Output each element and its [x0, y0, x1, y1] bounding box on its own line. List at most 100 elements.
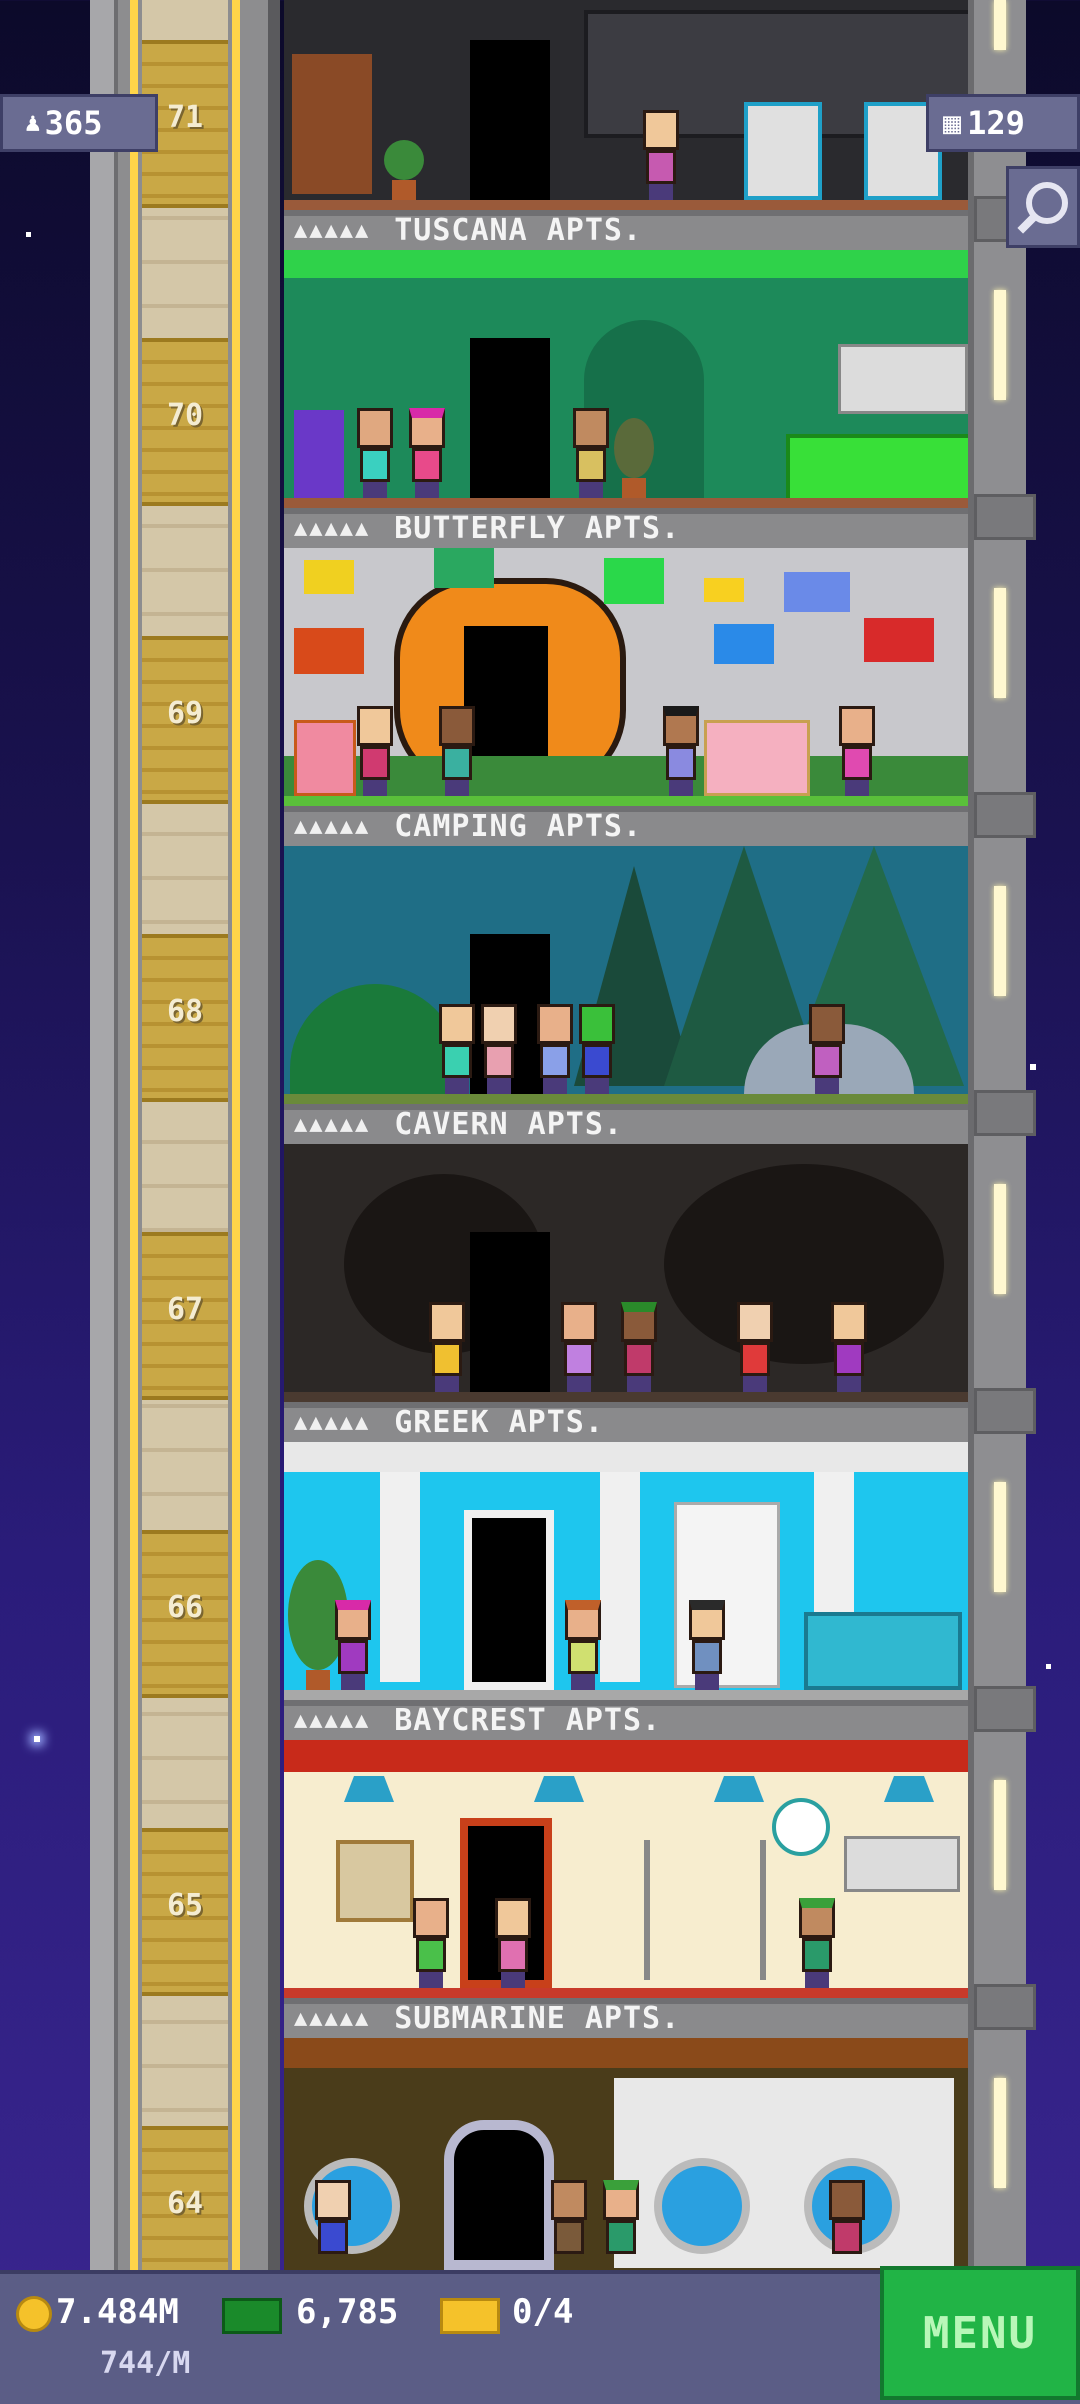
- resident[interactable]: [834, 706, 880, 796]
- resident[interactable]: [434, 1004, 480, 1094]
- floor-name: TUSCANA APTS.: [394, 212, 643, 248]
- star: [34, 1736, 40, 1742]
- elevator-shaft[interactable]: 71 70 69 68 67 66 65 64: [90, 0, 280, 2294]
- resident[interactable]: [824, 2180, 870, 2270]
- floor-71[interactable]: ▲▲▲▲▲ TUSCANA APTS.: [284, 0, 968, 250]
- room-interior: [284, 1740, 968, 1998]
- rating-dots: ▲▲▲▲▲: [294, 515, 371, 541]
- resident[interactable]: [826, 1302, 872, 1392]
- floor-67[interactable]: ▲▲▲▲▲ GREEK APTS.: [284, 1144, 968, 1442]
- resident[interactable]: [732, 1302, 778, 1392]
- ceiling-lamp: [714, 1776, 764, 1802]
- butterfly: [434, 548, 494, 588]
- column: [380, 1472, 420, 1682]
- floor-number: 65: [166, 1888, 204, 1923]
- window-light: [994, 0, 1006, 50]
- star: [1046, 1664, 1051, 1669]
- ceiling-lamp: [884, 1776, 934, 1802]
- butterfly: [604, 558, 664, 604]
- floor-68[interactable]: ▲▲▲▲▲ CAVERN APTS.: [284, 846, 968, 1144]
- floor-label: ▲▲▲▲▲ BAYCREST APTS.: [284, 1700, 968, 1740]
- population-value: 365: [44, 104, 103, 142]
- resident[interactable]: [794, 1898, 840, 1988]
- porthole: [654, 2158, 750, 2254]
- shelf: [644, 1840, 766, 1980]
- sofa: [704, 720, 810, 796]
- room-interior: [284, 846, 968, 1104]
- rating-dots: ▲▲▲▲▲: [294, 1409, 371, 1435]
- building-icon: ▦: [943, 105, 962, 141]
- resident[interactable]: [684, 1600, 730, 1690]
- tower-right-column: [968, 0, 1036, 2270]
- floor-number: 64: [166, 2186, 204, 2221]
- floor-name: GREEK APTS.: [394, 1404, 604, 1440]
- resident[interactable]: [532, 1004, 578, 1094]
- floor-number: 69: [166, 696, 204, 731]
- bookshelf: [292, 54, 372, 194]
- resident[interactable]: [568, 408, 614, 498]
- resident[interactable]: [434, 706, 480, 796]
- resident[interactable]: [556, 1302, 602, 1392]
- door: [470, 40, 550, 200]
- resident[interactable]: [574, 1004, 620, 1094]
- picture-frame: [336, 1840, 414, 1922]
- resident[interactable]: [476, 1004, 522, 1094]
- window-light: [994, 588, 1006, 698]
- armchair: [744, 102, 822, 200]
- floor-70[interactable]: ▲▲▲▲▲ BUTTERFLY APTS.: [284, 250, 968, 548]
- floor-label: ▲▲▲▲▲ BUTTERFLY APTS.: [284, 508, 968, 548]
- resident[interactable]: [330, 1600, 376, 1690]
- sofa: [804, 1612, 962, 1690]
- door: [470, 338, 550, 498]
- floor-name: SUBMARINE APTS.: [394, 2000, 681, 2036]
- search-button[interactable]: [1006, 166, 1080, 248]
- resident[interactable]: [352, 706, 398, 796]
- floor-label: ▲▲▲▲▲ TUSCANA APTS.: [284, 210, 968, 250]
- resident[interactable]: [560, 1600, 606, 1690]
- floor-label: ▲▲▲▲▲ GREEK APTS.: [284, 1402, 968, 1442]
- resident[interactable]: [638, 110, 684, 200]
- resident[interactable]: [424, 1302, 470, 1392]
- resident[interactable]: [352, 408, 398, 498]
- star: [1030, 1064, 1036, 1070]
- floor-69[interactable]: ▲▲▲▲▲ CAMPING APTS.: [284, 548, 968, 846]
- resident[interactable]: [546, 2180, 592, 2270]
- floor-66[interactable]: ▲▲▲▲▲ BAYCREST APTS.: [284, 1442, 968, 1740]
- floor-65[interactable]: ▲▲▲▲▲ SUBMARINE APTS.: [284, 1740, 968, 2038]
- control-panel: [614, 2078, 954, 2268]
- floor-name: CAMPING APTS.: [394, 808, 643, 844]
- sofa: [294, 410, 344, 498]
- resident[interactable]: [598, 2180, 644, 2270]
- star: [26, 232, 31, 237]
- population-counter[interactable]: ♟ 365: [0, 94, 158, 152]
- floors-counter[interactable]: ▦ 129: [926, 94, 1080, 152]
- resident[interactable]: [310, 2180, 356, 2270]
- counter: [786, 434, 968, 506]
- ticket-icon: [440, 2298, 500, 2334]
- ceiling-lamp: [534, 1776, 584, 1802]
- plant: [614, 408, 654, 498]
- butterfly: [784, 572, 850, 612]
- tickets-value: 0/4: [512, 2292, 574, 2332]
- window-light: [994, 2078, 1006, 2188]
- plant: [384, 140, 424, 200]
- resident[interactable]: [404, 408, 450, 498]
- person-icon: ♟: [25, 108, 41, 138]
- resident[interactable]: [616, 1302, 662, 1392]
- resident[interactable]: [804, 1004, 850, 1094]
- floor-number: 67: [166, 1292, 204, 1327]
- resident[interactable]: [490, 1898, 536, 1988]
- cabinet: [838, 344, 968, 414]
- room-interior: [284, 0, 968, 210]
- ceiling-lamp: [344, 1776, 394, 1802]
- window-light: [994, 886, 1006, 996]
- resident[interactable]: [408, 1898, 454, 1988]
- menu-button[interactable]: MENU: [880, 2266, 1080, 2400]
- window-light: [994, 290, 1006, 400]
- floor-64[interactable]: [284, 2038, 968, 2270]
- resident[interactable]: [658, 706, 704, 796]
- floor-number: 70: [166, 398, 204, 433]
- door: [464, 1510, 554, 1690]
- floors-value: 129: [967, 104, 1025, 142]
- room-interior: [284, 250, 968, 508]
